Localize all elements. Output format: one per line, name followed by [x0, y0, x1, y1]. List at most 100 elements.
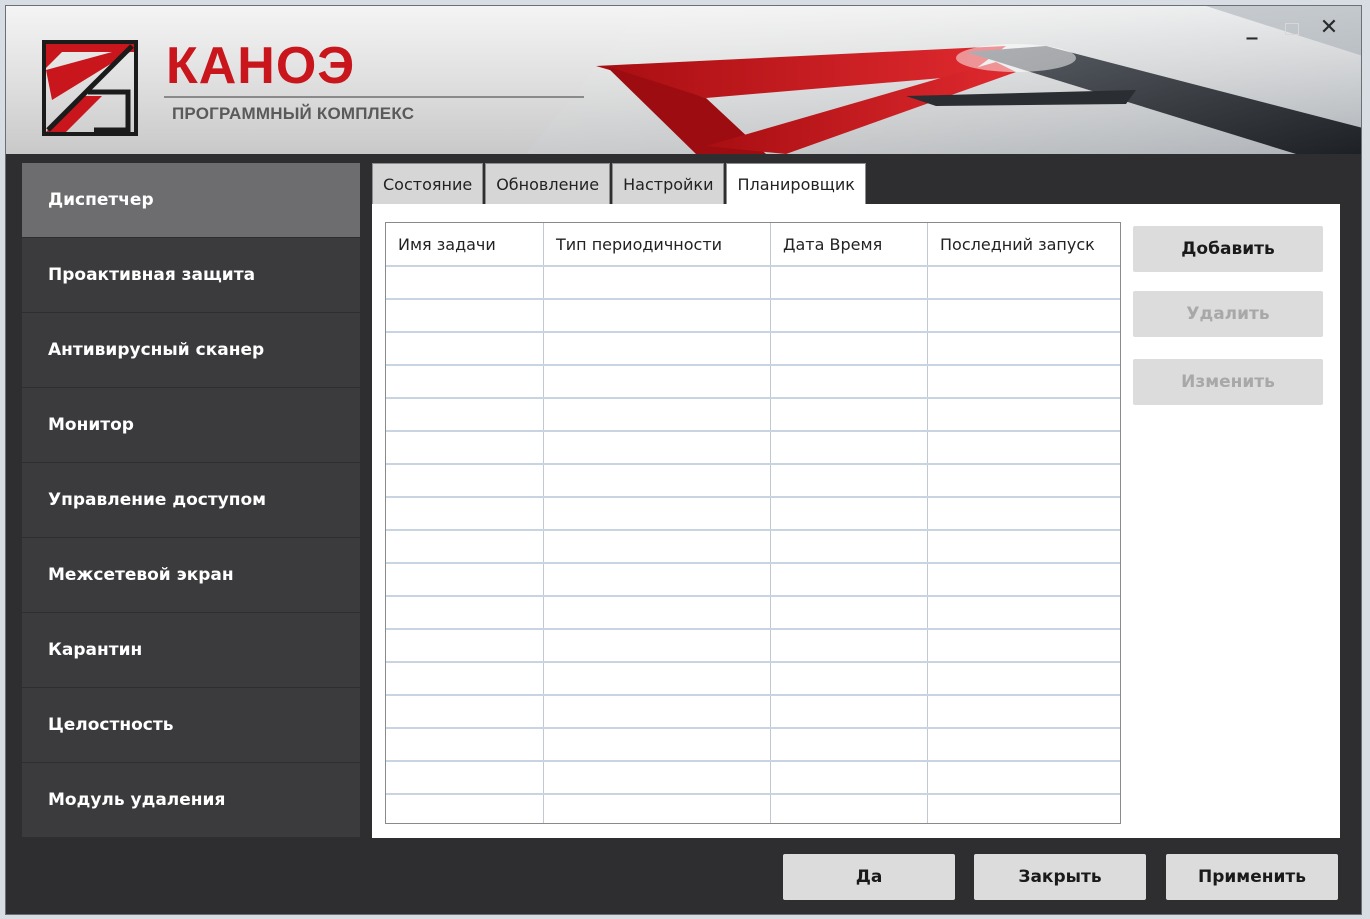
table-row[interactable] — [386, 630, 1120, 663]
table-cell — [386, 696, 544, 727]
table-row[interactable] — [386, 498, 1120, 531]
table-cell — [386, 762, 544, 793]
table-cell — [544, 564, 771, 595]
sidebar-item-label: Управление доступом — [48, 490, 267, 510]
sidebar-item-label: Целостность — [48, 715, 174, 735]
table-cell — [771, 498, 928, 529]
table-cell — [544, 300, 771, 331]
table-cell — [928, 696, 1120, 727]
sidebar-item-dispatcher[interactable]: Диспетчер — [22, 163, 360, 237]
delete-task-button[interactable]: Удалить — [1133, 291, 1323, 337]
table-row[interactable] — [386, 762, 1120, 795]
column-header-datetime[interactable]: Дата Время — [771, 223, 928, 265]
table-row[interactable] — [386, 432, 1120, 465]
table-cell — [386, 267, 544, 298]
table-cell — [771, 696, 928, 727]
table-cell — [544, 762, 771, 793]
sidebar-item-monitor[interactable]: Монитор — [22, 388, 360, 462]
table-cell — [544, 729, 771, 760]
table-cell — [544, 432, 771, 463]
table-cell — [386, 465, 544, 496]
table-cell — [771, 366, 928, 397]
column-header-period-type[interactable]: Тип периодичности — [544, 223, 771, 265]
edit-task-button[interactable]: Изменить — [1133, 359, 1323, 405]
table-cell — [544, 630, 771, 661]
close-button[interactable]: ✕ — [1314, 14, 1344, 42]
sidebar-item-label: Антивирусный сканер — [48, 340, 265, 360]
sidebar-item-firewall[interactable]: Межсетевой экран — [22, 538, 360, 612]
task-table[interactable]: Имя задачи Тип периодичности Дата Время … — [385, 222, 1121, 824]
table-cell — [386, 729, 544, 760]
table-row[interactable] — [386, 564, 1120, 597]
table-cell — [544, 795, 771, 823]
table-cell — [928, 663, 1120, 694]
table-cell — [544, 366, 771, 397]
table-cell — [544, 333, 771, 364]
table-row[interactable] — [386, 696, 1120, 729]
table-row[interactable] — [386, 729, 1120, 762]
table-cell — [771, 399, 928, 430]
kanoe-logo-icon — [42, 40, 138, 136]
column-header-last-run[interactable]: Последний запуск — [928, 223, 1120, 265]
table-cell — [386, 498, 544, 529]
table-cell — [771, 663, 928, 694]
table-row[interactable] — [386, 663, 1120, 696]
table-row[interactable] — [386, 465, 1120, 498]
close-dialog-button[interactable]: Закрыть — [974, 854, 1146, 900]
table-cell — [544, 267, 771, 298]
maximize-icon — [1285, 22, 1299, 35]
apply-button[interactable]: Применить — [1166, 854, 1338, 900]
table-cell — [771, 729, 928, 760]
table-row[interactable] — [386, 531, 1120, 564]
yes-button[interactable]: Да — [783, 854, 955, 900]
table-cell — [771, 564, 928, 595]
table-cell — [928, 630, 1120, 661]
tab-status[interactable]: Состояние — [372, 163, 484, 204]
sidebar-item-proactive-protection[interactable]: Проактивная защита — [22, 238, 360, 312]
minimize-icon: _ — [1246, 15, 1258, 40]
table-cell — [771, 300, 928, 331]
table-row[interactable] — [386, 333, 1120, 366]
table-row[interactable] — [386, 795, 1120, 823]
scheduler-panel: Имя задачи Тип периодичности Дата Время … — [372, 204, 1340, 838]
maximize-button[interactable] — [1278, 14, 1306, 42]
table-row[interactable] — [386, 399, 1120, 432]
table-row[interactable] — [386, 597, 1120, 630]
table-cell — [928, 465, 1120, 496]
table-cell — [544, 597, 771, 628]
sidebar-item-quarantine[interactable]: Карантин — [22, 613, 360, 687]
table-cell — [386, 795, 544, 823]
sidebar-item-label: Проактивная защита — [48, 265, 256, 285]
add-task-button[interactable]: Добавить — [1133, 226, 1323, 272]
tab-update[interactable]: Обновление — [485, 163, 611, 204]
sidebar-item-access-control[interactable]: Управление доступом — [22, 463, 360, 537]
table-cell — [771, 432, 928, 463]
column-header-task-name[interactable]: Имя задачи — [386, 223, 544, 265]
sidebar-item-antivirus-scanner[interactable]: Антивирусный сканер — [22, 313, 360, 387]
table-header: Имя задачи Тип периодичности Дата Время … — [386, 223, 1120, 267]
table-cell — [928, 333, 1120, 364]
tab-scheduler[interactable]: Планировщик — [726, 163, 866, 206]
table-cell — [386, 597, 544, 628]
sidebar-item-integrity[interactable]: Целостность — [22, 688, 360, 762]
tab-settings[interactable]: Настройки — [612, 163, 725, 204]
table-cell — [386, 366, 544, 397]
table-cell — [928, 762, 1120, 793]
sidebar-item-removal-module[interactable]: Модуль удаления — [22, 763, 360, 837]
brand-title: КАНОЭ — [166, 37, 356, 95]
table-cell — [928, 795, 1120, 823]
table-cell — [386, 663, 544, 694]
table-cell — [928, 399, 1120, 430]
brand-divider — [164, 96, 584, 98]
table-row[interactable] — [386, 300, 1120, 333]
table-row[interactable] — [386, 366, 1120, 399]
table-cell — [386, 531, 544, 562]
table-cell — [544, 399, 771, 430]
minimize-button[interactable]: _ — [1238, 14, 1266, 42]
table-cell — [386, 399, 544, 430]
table-row[interactable] — [386, 267, 1120, 300]
table-cell — [771, 267, 928, 298]
table-cell — [928, 564, 1120, 595]
table-cell — [544, 696, 771, 727]
sidebar-item-label: Монитор — [48, 415, 134, 435]
